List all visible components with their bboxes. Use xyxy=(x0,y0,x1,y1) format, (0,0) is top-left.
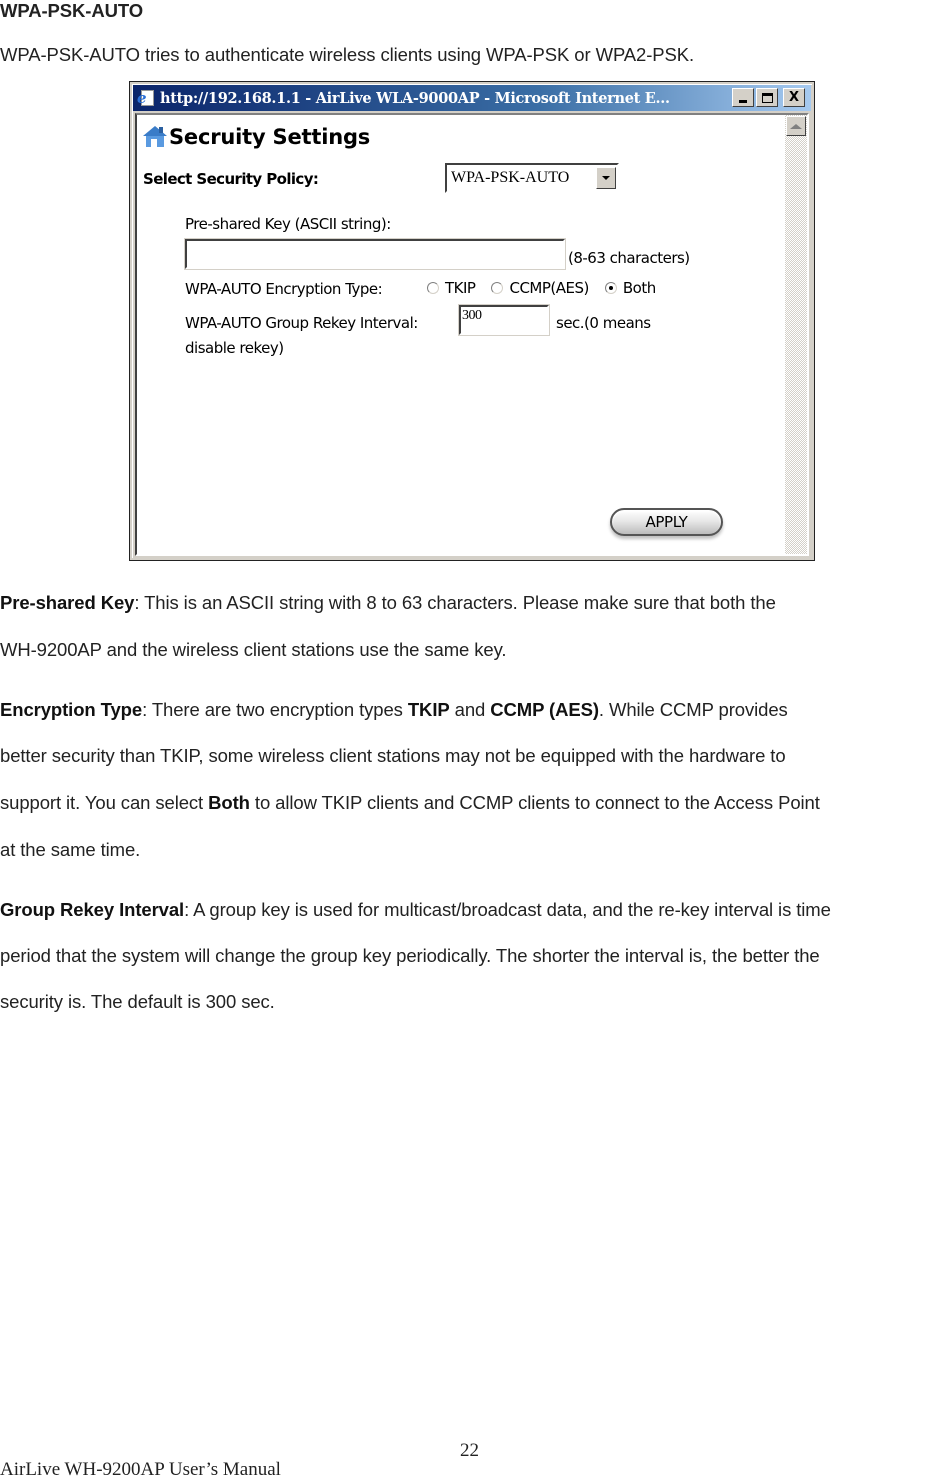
both-term: Both xyxy=(208,792,250,813)
close-button[interactable]: X xyxy=(783,88,805,107)
radio-selected-dot xyxy=(608,286,613,290)
minimize-button[interactable] xyxy=(732,88,754,107)
encryption-text-c: and xyxy=(449,699,491,720)
browser-window-screenshot: e http://192.168.1.1 - AirLive WLA-9000A… xyxy=(129,81,815,561)
internet-explorer-icon: e xyxy=(137,89,155,107)
radio-both-label: Both xyxy=(622,279,656,297)
rekey-paragraph-line3: security is. The default is 300 sec. xyxy=(0,991,275,1012)
rekey-hint-line2: disable rekey) xyxy=(185,339,284,357)
psk-input[interactable] xyxy=(184,238,566,270)
manual-footer: AirLive WH-9200AP User’s Manual xyxy=(0,1459,281,1480)
apply-button[interactable]: APPLY xyxy=(610,508,723,536)
encryption-type-label: WPA-AUTO Encryption Type: xyxy=(185,280,383,298)
window-title: http://192.168.1.1 - AirLive WLA-9000AP … xyxy=(160,89,670,107)
page-title: Secruity Settings xyxy=(169,125,371,149)
home-icon xyxy=(143,126,167,148)
security-policy-value: WPA-PSK-AUTO xyxy=(451,169,570,186)
radio-tkip[interactable] xyxy=(427,282,439,294)
psk-desc: : This is an ASCII string with 8 to 63 c… xyxy=(134,592,776,613)
radio-both[interactable] xyxy=(604,282,617,294)
chevron-down-icon xyxy=(602,176,610,180)
encryption-term: Encryption Type xyxy=(0,699,143,720)
maximize-button[interactable] xyxy=(756,88,778,107)
rekey-interval-input[interactable]: 300 xyxy=(458,304,550,336)
vertical-scrollbar[interactable] xyxy=(785,115,807,554)
encryption-type-radio-group: TKIP CCMP(AES) Both xyxy=(427,279,672,297)
scroll-up-button[interactable] xyxy=(786,116,806,136)
security-policy-select[interactable]: WPA-PSK-AUTO xyxy=(445,163,619,193)
maximize-icon xyxy=(761,92,773,103)
encryption-text-3c: to allow TKIP clients and CCMP clients t… xyxy=(249,792,820,813)
psk-label: Pre-shared Key (ASCII string): xyxy=(185,215,391,233)
arrow-up-icon xyxy=(790,123,802,129)
rekey-term: Group Rekey Interval xyxy=(0,899,185,920)
encryption-text-a: : There are two encryption types xyxy=(142,699,408,720)
encryption-paragraph-line1: Encryption Type: There are two encryptio… xyxy=(0,699,788,721)
psk-paragraph-line1: Pre-shared Key: This is an ASCII string … xyxy=(0,592,776,614)
section-heading: WPA-PSK-AUTO xyxy=(0,0,144,21)
radio-tkip-label: TKIP xyxy=(445,279,476,297)
encryption-paragraph-line4: at the same time. xyxy=(0,839,141,860)
ccmp-term: CCMP (AES) xyxy=(490,699,599,720)
window-titlebar: e http://192.168.1.1 - AirLive WLA-9000A… xyxy=(133,85,811,111)
rekey-paragraph-line2: period that the system will change the g… xyxy=(0,945,820,966)
rekey-desc: : A group key is used for multicast/broa… xyxy=(184,899,831,920)
encryption-text-3a: support it. You can select xyxy=(0,792,209,813)
rekey-hint-line1: sec.(0 means xyxy=(556,314,651,332)
tkip-term: TKIP xyxy=(407,699,450,720)
security-policy-label: Select Security Policy: xyxy=(143,170,319,188)
dropdown-button[interactable] xyxy=(596,167,616,189)
encryption-paragraph-line2: better security than TKIP, some wireless… xyxy=(0,745,786,766)
rekey-paragraph-line1: Group Rekey Interval: A group key is use… xyxy=(0,899,831,921)
psk-hint: (8-63 characters) xyxy=(568,249,690,267)
page-number: 22 xyxy=(460,1440,479,1461)
intro-text: WPA-PSK-AUTO tries to authenticate wirel… xyxy=(0,44,695,65)
encryption-paragraph-line3: support it. You can select Both to allow… xyxy=(0,792,820,814)
close-icon: X xyxy=(788,90,800,105)
encryption-text-e: . While CCMP provides xyxy=(598,699,788,720)
radio-ccmp-aes[interactable] xyxy=(491,282,504,294)
psk-paragraph-line2: WH-9200AP and the wireless client statio… xyxy=(0,639,507,660)
browser-content: Secruity Settings Select Security Policy… xyxy=(135,113,809,556)
radio-ccmp-aes-label: CCMP(AES) xyxy=(509,279,589,297)
psk-term: Pre-shared Key xyxy=(0,592,135,613)
rekey-interval-label: WPA-AUTO Group Rekey Interval: xyxy=(185,314,418,332)
security-settings-page: Secruity Settings Select Security Policy… xyxy=(137,115,785,554)
minimize-icon xyxy=(739,100,747,103)
